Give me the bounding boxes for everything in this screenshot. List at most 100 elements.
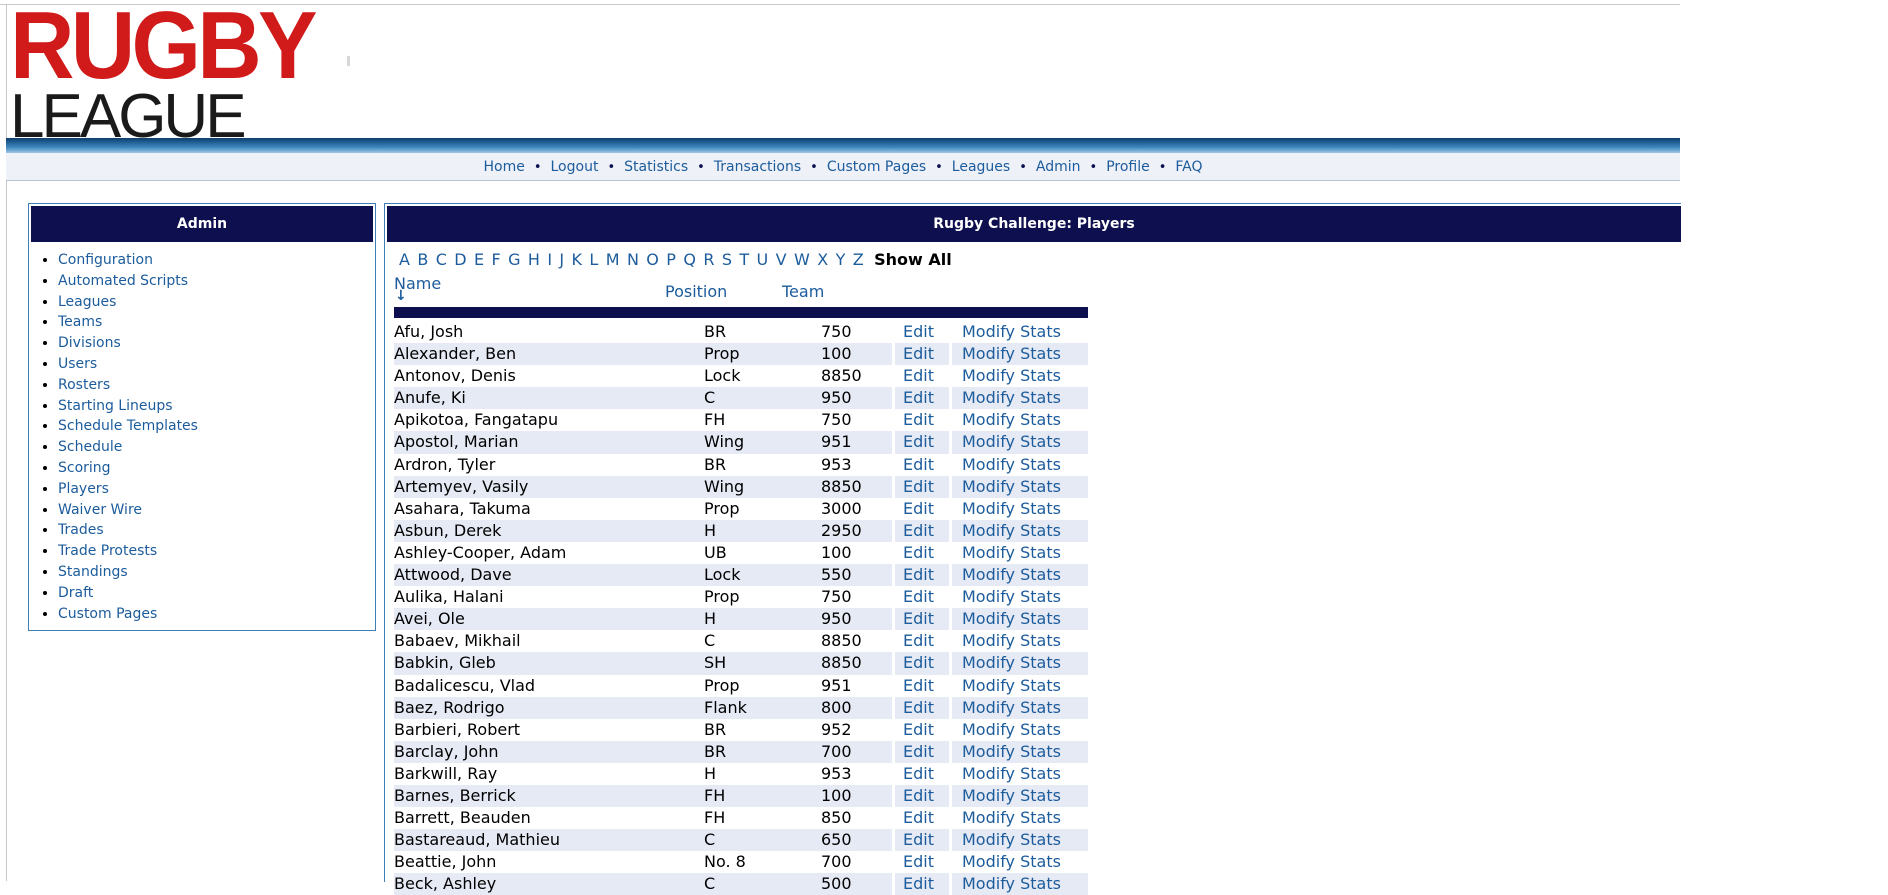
sidebar-link-leagues[interactable]: Leagues [58, 294, 116, 310]
modify-stats-link[interactable]: Modify Stats [962, 476, 1061, 498]
letter-link-x[interactable]: X [817, 250, 828, 269]
nav-link-faq[interactable]: FAQ [1175, 159, 1202, 175]
letter-link-o[interactable]: O [646, 250, 659, 269]
edit-link[interactable]: Edit [903, 542, 934, 564]
nav-link-custom-pages[interactable]: Custom Pages [827, 159, 926, 175]
sidebar-link-configuration[interactable]: Configuration [58, 252, 153, 268]
edit-link[interactable]: Edit [903, 454, 934, 476]
sidebar-link-teams[interactable]: Teams [58, 314, 102, 330]
edit-link[interactable]: Edit [903, 829, 934, 851]
edit-link[interactable]: Edit [903, 741, 934, 763]
modify-stats-link[interactable]: Modify Stats [962, 873, 1061, 895]
letter-link-f[interactable]: F [492, 250, 501, 269]
sidebar-link-starting-lineups[interactable]: Starting Lineups [58, 398, 173, 414]
modify-stats-link[interactable]: Modify Stats [962, 454, 1061, 476]
sidebar-link-trades[interactable]: Trades [58, 522, 104, 538]
nav-link-admin[interactable]: Admin [1036, 159, 1081, 175]
modify-stats-link[interactable]: Modify Stats [962, 763, 1061, 785]
modify-stats-link[interactable]: Modify Stats [962, 365, 1061, 387]
letter-link-l[interactable]: L [589, 250, 598, 269]
nav-link-logout[interactable]: Logout [551, 159, 599, 175]
sidebar-link-automated-scripts[interactable]: Automated Scripts [58, 273, 188, 289]
letter-link-q[interactable]: Q [683, 250, 696, 269]
modify-stats-link[interactable]: Modify Stats [962, 564, 1061, 586]
modify-stats-link[interactable]: Modify Stats [962, 520, 1061, 542]
modify-stats-link[interactable]: Modify Stats [962, 409, 1061, 431]
modify-stats-link[interactable]: Modify Stats [962, 697, 1061, 719]
letter-link-u[interactable]: U [757, 250, 769, 269]
edit-link[interactable]: Edit [903, 520, 934, 542]
letter-link-s[interactable]: S [722, 250, 732, 269]
modify-stats-link[interactable]: Modify Stats [962, 498, 1061, 520]
sidebar-link-divisions[interactable]: Divisions [58, 335, 121, 351]
letter-link-v[interactable]: V [776, 250, 787, 269]
nav-link-statistics[interactable]: Statistics [624, 159, 688, 175]
letter-link-e[interactable]: E [474, 250, 484, 269]
modify-stats-link[interactable]: Modify Stats [962, 807, 1061, 829]
edit-link[interactable]: Edit [903, 697, 934, 719]
letter-link-y[interactable]: Y [836, 250, 846, 269]
edit-link[interactable]: Edit [903, 763, 934, 785]
position-column-header[interactable]: Position [665, 282, 727, 301]
sidebar-link-trade-protests[interactable]: Trade Protests [58, 543, 157, 559]
letter-link-g[interactable]: G [508, 250, 520, 269]
modify-stats-link[interactable]: Modify Stats [962, 719, 1061, 741]
nav-link-profile[interactable]: Profile [1106, 159, 1150, 175]
sidebar-link-rosters[interactable]: Rosters [58, 377, 110, 393]
edit-link[interactable]: Edit [903, 387, 934, 409]
letter-link-h[interactable]: H [528, 250, 540, 269]
sidebar-link-schedule-templates[interactable]: Schedule Templates [58, 418, 198, 434]
edit-link[interactable]: Edit [903, 807, 934, 829]
team-column-header[interactable]: Team [782, 282, 824, 301]
sidebar-link-schedule[interactable]: Schedule [58, 439, 122, 455]
edit-link[interactable]: Edit [903, 431, 934, 453]
modify-stats-link[interactable]: Modify Stats [962, 387, 1061, 409]
modify-stats-link[interactable]: Modify Stats [962, 675, 1061, 697]
edit-link[interactable]: Edit [903, 675, 934, 697]
sidebar-link-players[interactable]: Players [58, 481, 109, 497]
modify-stats-link[interactable]: Modify Stats [962, 829, 1061, 851]
letter-link-a[interactable]: A [399, 250, 410, 269]
modify-stats-link[interactable]: Modify Stats [962, 321, 1061, 343]
letter-link-t[interactable]: T [739, 250, 749, 269]
edit-link[interactable]: Edit [903, 652, 934, 674]
nav-link-transactions[interactable]: Transactions [714, 159, 801, 175]
edit-link[interactable]: Edit [903, 630, 934, 652]
sidebar-link-standings[interactable]: Standings [58, 564, 128, 580]
letter-link-z[interactable]: Z [853, 250, 864, 269]
sidebar-link-scoring[interactable]: Scoring [58, 460, 111, 476]
letter-link-n[interactable]: N [627, 250, 639, 269]
sidebar-link-draft[interactable]: Draft [58, 585, 93, 601]
edit-link[interactable]: Edit [903, 785, 934, 807]
letter-link-p[interactable]: P [666, 250, 676, 269]
nav-link-home[interactable]: Home [483, 159, 524, 175]
edit-link[interactable]: Edit [903, 409, 934, 431]
edit-link[interactable]: Edit [903, 476, 934, 498]
edit-link[interactable]: Edit [903, 873, 934, 895]
letter-link-i[interactable]: I [547, 250, 552, 269]
modify-stats-link[interactable]: Modify Stats [962, 586, 1061, 608]
modify-stats-link[interactable]: Modify Stats [962, 851, 1061, 873]
letter-link-j[interactable]: J [559, 250, 564, 269]
letter-link-r[interactable]: R [703, 250, 714, 269]
modify-stats-link[interactable]: Modify Stats [962, 741, 1061, 763]
letter-link-d[interactable]: D [454, 250, 466, 269]
modify-stats-link[interactable]: Modify Stats [962, 542, 1061, 564]
edit-link[interactable]: Edit [903, 586, 934, 608]
edit-link[interactable]: Edit [903, 321, 934, 343]
edit-link[interactable]: Edit [903, 343, 934, 365]
modify-stats-link[interactable]: Modify Stats [962, 630, 1061, 652]
edit-link[interactable]: Edit [903, 365, 934, 387]
modify-stats-link[interactable]: Modify Stats [962, 431, 1061, 453]
modify-stats-link[interactable]: Modify Stats [962, 343, 1061, 365]
nav-link-leagues[interactable]: Leagues [952, 159, 1010, 175]
letter-link-w[interactable]: W [794, 250, 810, 269]
site-logo[interactable]: RUGBY LEAGUE [10, 0, 318, 148]
modify-stats-link[interactable]: Modify Stats [962, 608, 1061, 630]
edit-link[interactable]: Edit [903, 498, 934, 520]
sidebar-link-waiver-wire[interactable]: Waiver Wire [58, 502, 142, 518]
edit-link[interactable]: Edit [903, 719, 934, 741]
sidebar-link-custom-pages[interactable]: Custom Pages [58, 606, 157, 622]
modify-stats-link[interactable]: Modify Stats [962, 785, 1061, 807]
letter-link-m[interactable]: M [606, 250, 620, 269]
